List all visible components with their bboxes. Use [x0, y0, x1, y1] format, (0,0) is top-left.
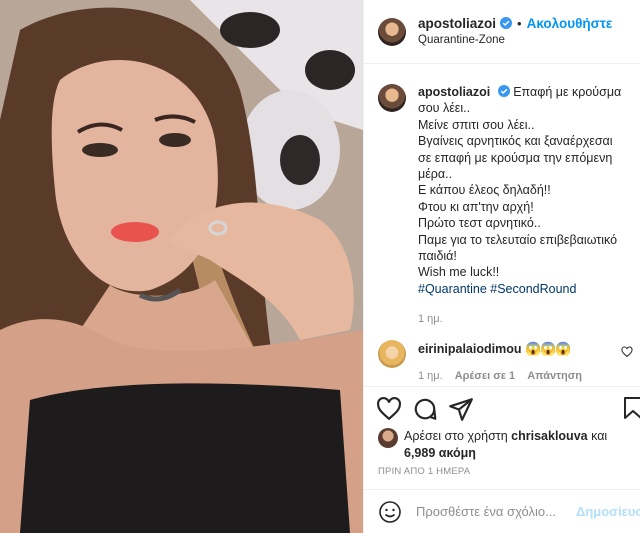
likes-prefix: Αρέσει στο χρήστη [404, 429, 508, 443]
comment-input[interactable] [416, 504, 576, 519]
caption-line: Φτου κι απ'την αρχή! [418, 199, 534, 214]
comment-likes-link[interactable]: Αρέσει σε 1 [455, 368, 516, 385]
author-avatar[interactable] [378, 17, 406, 46]
caption-line: Wish me luck!! [418, 265, 500, 280]
add-comment-bar: Δημοσίευση [364, 489, 640, 533]
author-username[interactable]: apostoliazoi [418, 15, 496, 32]
liker-username[interactable]: chrisaklouva [511, 429, 587, 443]
post-side-panel: apostoliazoi • Ακολουθήστε Quarantine-Zo… [363, 0, 640, 533]
caption-line: Πρώτο τεστ αρνητικό.. [418, 216, 541, 231]
caption-line: σε επαφή με κρούσμα την επόμενη [418, 150, 613, 165]
commenter-avatar[interactable] [378, 340, 406, 368]
caption-line: μέρα.. [418, 167, 453, 182]
post-caption: apostoliazoi Επαφή με κρούσμα σου λέει..… [378, 84, 633, 328]
likes-others-count[interactable]: 6,989 ακόμη [404, 446, 476, 460]
caption-line: Μείνε σπιτι σου λέει.. [418, 117, 535, 132]
save-bookmark-icon[interactable] [622, 396, 640, 420]
follow-button[interactable]: Ακολουθήστε [527, 15, 613, 32]
caption-line: Ε κάπου έλεος δηλαδή!! [418, 183, 551, 198]
caption-line: παιδιά! [418, 249, 457, 264]
like-heart-icon[interactable] [376, 396, 402, 422]
verified-badge-icon [497, 85, 510, 97]
selfie-photo [0, 0, 363, 533]
caption-hashtags[interactable]: #Quarantine #SecondRound [418, 281, 621, 297]
caption-author-avatar[interactable] [378, 84, 406, 112]
post-photo[interactable] [0, 0, 363, 533]
caption-line: Παμε για το τελευταίο επιβεβαιωτικό [418, 232, 618, 247]
comment-like-heart-icon[interactable] [621, 346, 633, 358]
liker-avatar[interactable] [378, 428, 398, 448]
instagram-post: apostoliazoi • Ακολουθήστε Quarantine-Zo… [0, 0, 640, 533]
comment-reply-button[interactable]: Απάντηση [527, 368, 582, 385]
caption-time: 1 ημ. [418, 313, 443, 326]
post-actions [364, 386, 640, 430]
likes-connector: και [591, 429, 608, 443]
verified-badge-icon [500, 17, 513, 29]
caption-line: Επαφή με κρούσμα [513, 85, 622, 99]
commenter-username[interactable]: eirinipalaiodimou [418, 342, 522, 356]
comment-text: 😱😱😱 [524, 341, 572, 356]
caption-line: Βγαίνεις αρνητικός και ξαναέρχεσαι [418, 134, 613, 149]
caption-username[interactable]: apostoliazoi [418, 85, 490, 99]
post-location[interactable]: Quarantine-Zone [418, 32, 612, 49]
comment-time: 1 ημ. [418, 370, 443, 382]
caption-line: σου λέει.. [418, 101, 471, 116]
post-timestamp[interactable]: ΠΡΙΝ ΑΠΟ 1 ΗΜΕΡΑ [378, 466, 470, 477]
share-paper-plane-icon[interactable] [448, 396, 474, 422]
emoji-smiley-icon[interactable] [378, 500, 402, 524]
comment-item: eirinipalaiodimou 😱😱😱 1 ημ. Αρέσει σε 1 … [378, 340, 633, 385]
separator-dot: • [517, 15, 522, 31]
likes-summary: Αρέσει στο χρήστη chrisaklouva και 6,989… [378, 428, 628, 462]
comment-bubble-icon[interactable] [412, 396, 438, 422]
post-header: apostoliazoi • Ακολουθήστε Quarantine-Zo… [364, 0, 640, 64]
post-comment-button[interactable]: Δημοσίευση [576, 504, 640, 519]
